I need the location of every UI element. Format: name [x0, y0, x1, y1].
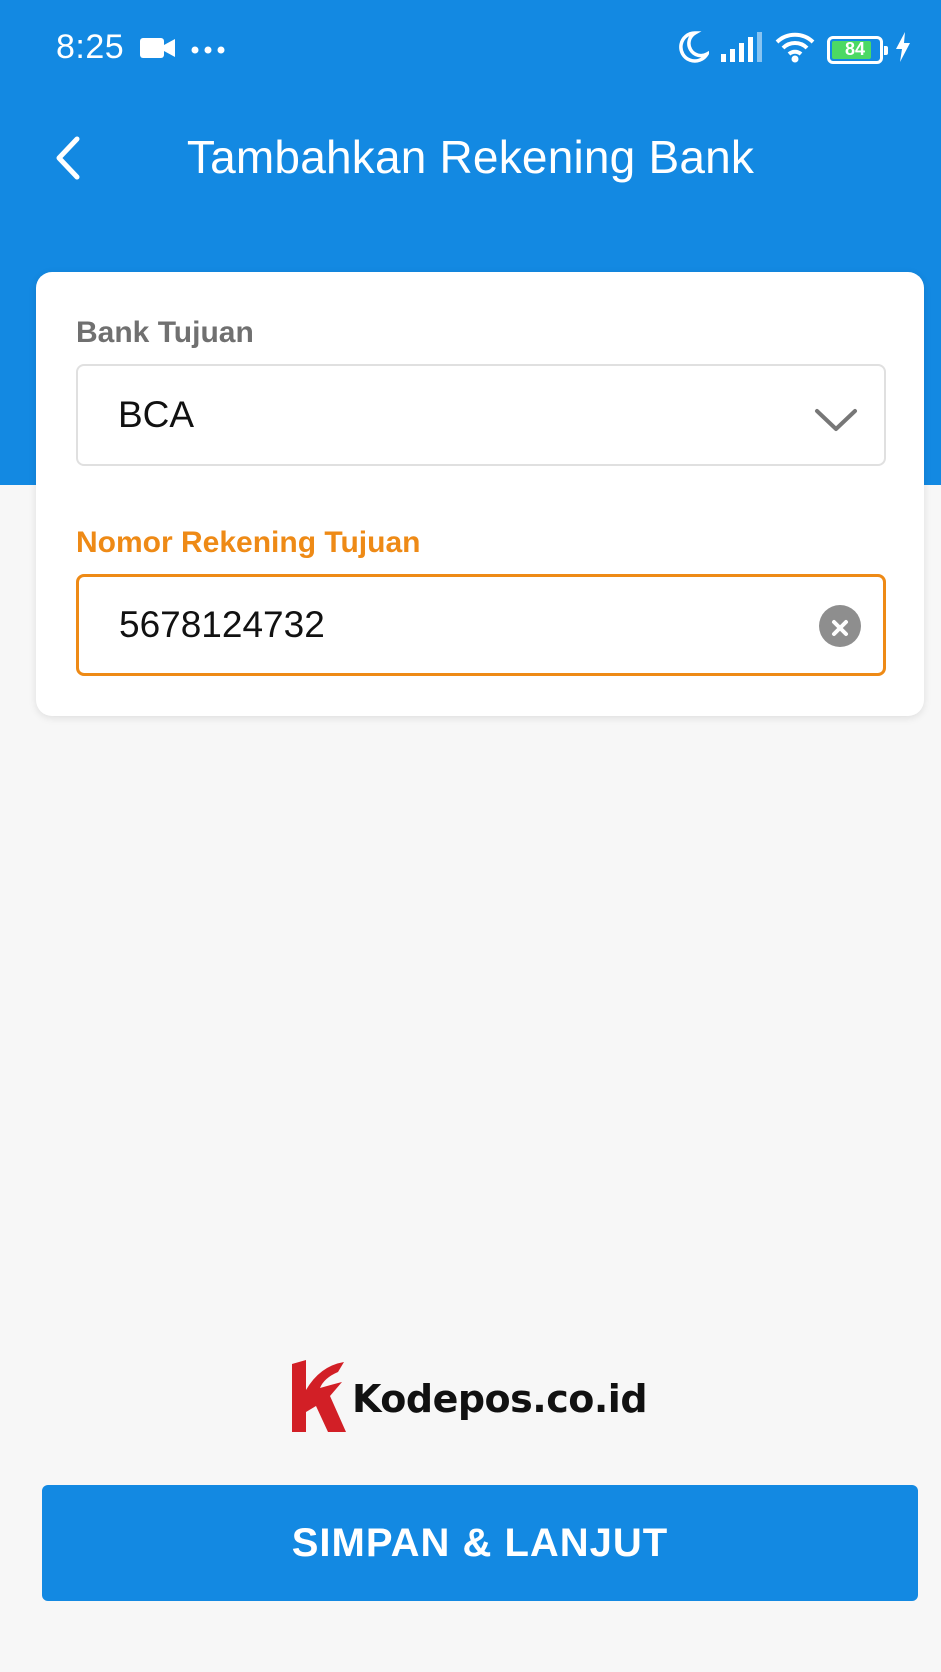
battery-icon: 84 [827, 35, 888, 64]
save-continue-button[interactable]: SIMPAN & LANJUT [42, 1485, 918, 1601]
form-card: Bank Tujuan BCA Nomor Rekening Tujuan [36, 272, 924, 716]
account-number-label: Nomor Rekening Tujuan [76, 526, 421, 559]
bank-label: Bank Tujuan [76, 316, 254, 349]
watermark-text: Kodepos.co.id [352, 1376, 648, 1421]
status-bar: 8:25 84 [0, 0, 941, 100]
signal-icon [721, 32, 763, 67]
bank-select-value: BCA [118, 394, 195, 435]
watermark-logo: Kodepos.co.id [290, 1360, 648, 1437]
battery-level: 84 [844, 39, 866, 59]
close-icon [830, 605, 850, 647]
video-camera-icon [140, 36, 176, 65]
account-number-input[interactable] [119, 604, 759, 646]
account-number-field[interactable] [76, 574, 886, 676]
kodepos-logo-icon [290, 1360, 346, 1437]
page-title: Tambahkan Rekening Bank [186, 131, 755, 183]
bank-select[interactable]: BCA [76, 364, 886, 466]
status-time: 8:25 [56, 28, 125, 66]
chevron-down-icon [814, 400, 858, 442]
wifi-icon [775, 31, 815, 68]
clear-input-button[interactable] [819, 605, 861, 647]
moon-icon [677, 30, 712, 69]
more-dots-icon [190, 42, 226, 60]
charging-bolt-icon [895, 32, 911, 67]
